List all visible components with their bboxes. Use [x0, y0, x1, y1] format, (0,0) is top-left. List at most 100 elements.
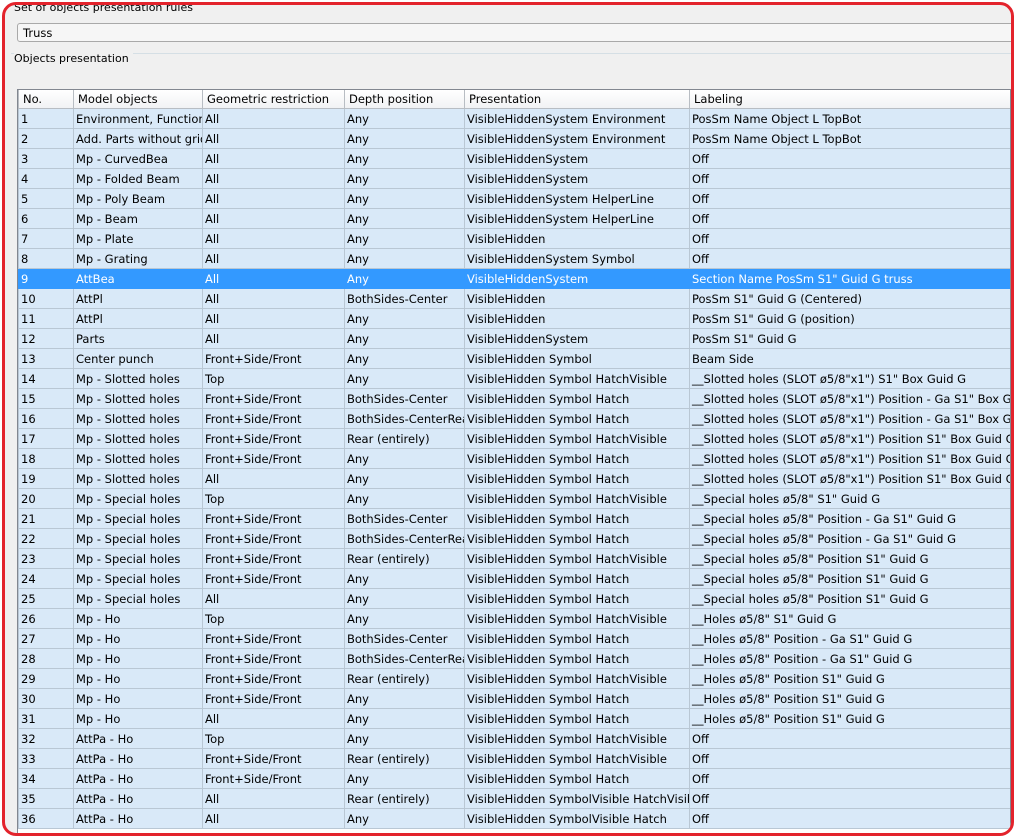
- cell-presentation[interactable]: VisibleHiddenSystem: [464, 328, 690, 349]
- cell-labeling[interactable]: __Holes ø5/8" Position S1" Guid G: [689, 668, 1010, 689]
- table-row[interactable]: 30 Mp - Ho Front+Side/Front Any VisibleHidde…: [18, 688, 1010, 709]
- cell-labeling[interactable]: Off: [689, 148, 1010, 169]
- table-row[interactable]: 25 Mp - Special holes All Any VisibleHidden …: [18, 588, 1010, 609]
- cell-labeling[interactable]: __Holes ø5/8" Position S1" Guid G: [689, 688, 1010, 709]
- table-row[interactable]: 32 AttPa - Ho Top Any VisibleHidden Symbol H…: [18, 728, 1010, 749]
- cell-model-object[interactable]: Mp - Special holes: [73, 508, 203, 529]
- cell-depth-position[interactable]: Any: [344, 128, 465, 149]
- cell-labeling[interactable]: Off: [689, 188, 1010, 209]
- cell-geometric-restriction[interactable]: Front+Side/Front: [202, 508, 345, 529]
- cell-model-object[interactable]: Mp - Slotted holes: [73, 408, 203, 429]
- table-row[interactable]: 5 Mp - Poly Beam All Any VisibleHiddenSystem…: [18, 188, 1010, 209]
- cell-geometric-restriction[interactable]: All: [202, 108, 345, 129]
- cell-presentation[interactable]: VisibleHidden Symbol HatchVisible: [464, 548, 690, 569]
- cell-labeling[interactable]: __Special holes ø5/8" Position - Ga S1" …: [689, 508, 1010, 529]
- cell-depth-position[interactable]: Any: [344, 368, 465, 389]
- cell-labeling[interactable]: Beam Side: [689, 348, 1010, 369]
- cell-model-object[interactable]: Mp - Special holes: [73, 488, 203, 509]
- cell-presentation[interactable]: VisibleHidden Symbol HatchVisible: [464, 368, 690, 389]
- cell-model-object[interactable]: Mp - Slotted holes: [73, 388, 203, 409]
- table-row[interactable]: 3 Mp - CurvedBea All Any VisibleHiddenSystem…: [18, 148, 1010, 169]
- cell-labeling[interactable]: __Holes ø5/8" Position - Ga S1" Guid G: [689, 628, 1010, 649]
- cell-labeling[interactable]: __Holes ø5/8" S1" Guid G: [689, 608, 1010, 629]
- cell-presentation[interactable]: VisibleHidden Symbol Hatch: [464, 408, 690, 429]
- cell-model-object[interactable]: Mp - Slotted holes: [73, 368, 203, 389]
- table-row[interactable]: 29 Mp - Ho Front+Side/Front Rear (entirely)…: [18, 668, 1010, 689]
- table-row[interactable]: 33 AttPa - Ho Front+Side/Front Rear (entire…: [18, 748, 1010, 769]
- cell-labeling[interactable]: __Slotted holes (SLOT ø5/8"x1") S1" Box …: [689, 368, 1010, 389]
- cell-no[interactable]: 32: [18, 728, 74, 749]
- column-header-no[interactable]: No.: [18, 90, 74, 109]
- cell-no[interactable]: 30: [18, 688, 74, 709]
- table-row[interactable]: 6 Mp - Beam All Any VisibleHiddenSystem Help…: [18, 208, 1010, 229]
- cell-presentation[interactable]: VisibleHidden Symbol Hatch: [464, 688, 690, 709]
- cell-model-object[interactable]: Mp - Beam: [73, 208, 203, 229]
- cell-depth-position[interactable]: BothSides-CenterRear: [344, 408, 465, 429]
- cell-presentation[interactable]: VisibleHidden Symbol Hatch: [464, 508, 690, 529]
- cell-depth-position[interactable]: BothSides-Center: [344, 628, 465, 649]
- cell-no[interactable]: 21: [18, 508, 74, 529]
- cell-no[interactable]: 13: [18, 348, 74, 369]
- cell-geometric-restriction[interactable]: All: [202, 188, 345, 209]
- table-row[interactable]: 20 Mp - Special holes Top Any VisibleHidden …: [18, 488, 1010, 509]
- cell-no[interactable]: 34: [18, 768, 74, 789]
- cell-depth-position[interactable]: Any: [344, 568, 465, 589]
- cell-no[interactable]: 35: [18, 788, 74, 809]
- cell-depth-position[interactable]: Rear (entirely): [344, 428, 465, 449]
- table-row[interactable]: 31 Mp - Ho All Any VisibleHidden Symbol Hatc…: [18, 708, 1010, 729]
- cell-model-object[interactable]: Mp - Special holes: [73, 568, 203, 589]
- cell-labeling[interactable]: Off: [689, 728, 1010, 749]
- cell-geometric-restriction[interactable]: Front+Side/Front: [202, 528, 345, 549]
- cell-model-object[interactable]: Mp - Special holes: [73, 548, 203, 569]
- cell-model-object[interactable]: AttPl: [73, 308, 203, 329]
- cell-no[interactable]: 28: [18, 648, 74, 669]
- cell-geometric-restriction[interactable]: Front+Side/Front: [202, 388, 345, 409]
- cell-presentation[interactable]: VisibleHiddenSystem Symbol: [464, 248, 690, 269]
- cell-presentation[interactable]: VisibleHidden Symbol Hatch: [464, 628, 690, 649]
- cell-depth-position[interactable]: Any: [344, 588, 465, 609]
- cell-no[interactable]: 10: [18, 288, 74, 309]
- cell-geometric-restriction[interactable]: All: [202, 228, 345, 249]
- cell-depth-position[interactable]: Any: [344, 228, 465, 249]
- cell-depth-position[interactable]: Any: [344, 148, 465, 169]
- cell-model-object[interactable]: Mp - Special holes: [73, 528, 203, 549]
- cell-no[interactable]: 14: [18, 368, 74, 389]
- table-row[interactable]: 19 Mp - Slotted holes All Any VisibleHidden …: [18, 468, 1010, 489]
- table-row[interactable]: 15 Mp - Slotted holes Front+Side/Front Both…: [18, 388, 1010, 409]
- column-header-depth-position[interactable]: Depth position: [344, 90, 465, 109]
- cell-presentation[interactable]: VisibleHiddenSystem Environment: [464, 108, 690, 129]
- cell-presentation[interactable]: VisibleHidden Symbol Hatch: [464, 388, 690, 409]
- cell-presentation[interactable]: VisibleHidden Symbol Hatch: [464, 708, 690, 729]
- table-row[interactable]: 28 Mp - Ho Front+Side/Front BothSides-Cente…: [18, 648, 1010, 669]
- table-row[interactable]: 13 Center punch Front+Side/Front Any Visible…: [18, 348, 1010, 369]
- table-row[interactable]: 18 Mp - Slotted holes Front+Side/Front Any V…: [18, 448, 1010, 469]
- cell-depth-position[interactable]: Any: [344, 168, 465, 189]
- cell-no[interactable]: 11: [18, 308, 74, 329]
- cell-no[interactable]: 16: [18, 408, 74, 429]
- cell-labeling[interactable]: __Holes ø5/8" Position S1" Guid G: [689, 708, 1010, 729]
- cell-model-object[interactable]: AttPa - Ho: [73, 768, 203, 789]
- cell-depth-position[interactable]: BothSides-Center: [344, 288, 465, 309]
- cell-geometric-restriction[interactable]: All: [202, 208, 345, 229]
- table-row[interactable]: 17 Mp - Slotted holes Front+Side/Front Rear…: [18, 428, 1010, 449]
- cell-depth-position[interactable]: Rear (entirely): [344, 668, 465, 689]
- cell-presentation[interactable]: VisibleHidden: [464, 228, 690, 249]
- cell-model-object[interactable]: AttPa - Ho: [73, 728, 203, 749]
- cell-model-object[interactable]: Parts: [73, 328, 203, 349]
- cell-model-object[interactable]: Mp - Slotted holes: [73, 448, 203, 469]
- cell-depth-position[interactable]: Any: [344, 688, 465, 709]
- cell-depth-position[interactable]: Any: [344, 348, 465, 369]
- cell-geometric-restriction[interactable]: Front+Side/Front: [202, 348, 345, 369]
- cell-labeling[interactable]: PosSm S1" Guid G (Centered): [689, 288, 1010, 309]
- cell-labeling[interactable]: __Slotted holes (SLOT ø5/8"x1") Position…: [689, 408, 1010, 429]
- cell-depth-position[interactable]: Any: [344, 768, 465, 789]
- cell-no[interactable]: 5: [18, 188, 74, 209]
- cell-depth-position[interactable]: Any: [344, 208, 465, 229]
- cell-model-object[interactable]: Mp - Plate: [73, 228, 203, 249]
- cell-geometric-restriction[interactable]: Top: [202, 368, 345, 389]
- cell-labeling[interactable]: __Slotted holes (SLOT ø5/8"x1") Position…: [689, 388, 1010, 409]
- table-row[interactable]: 2 Add. Parts without grid All Any VisibleHid…: [18, 128, 1010, 149]
- cell-depth-position[interactable]: BothSides-Center: [344, 508, 465, 529]
- cell-depth-position[interactable]: Any: [344, 268, 465, 289]
- cell-no[interactable]: 12: [18, 328, 74, 349]
